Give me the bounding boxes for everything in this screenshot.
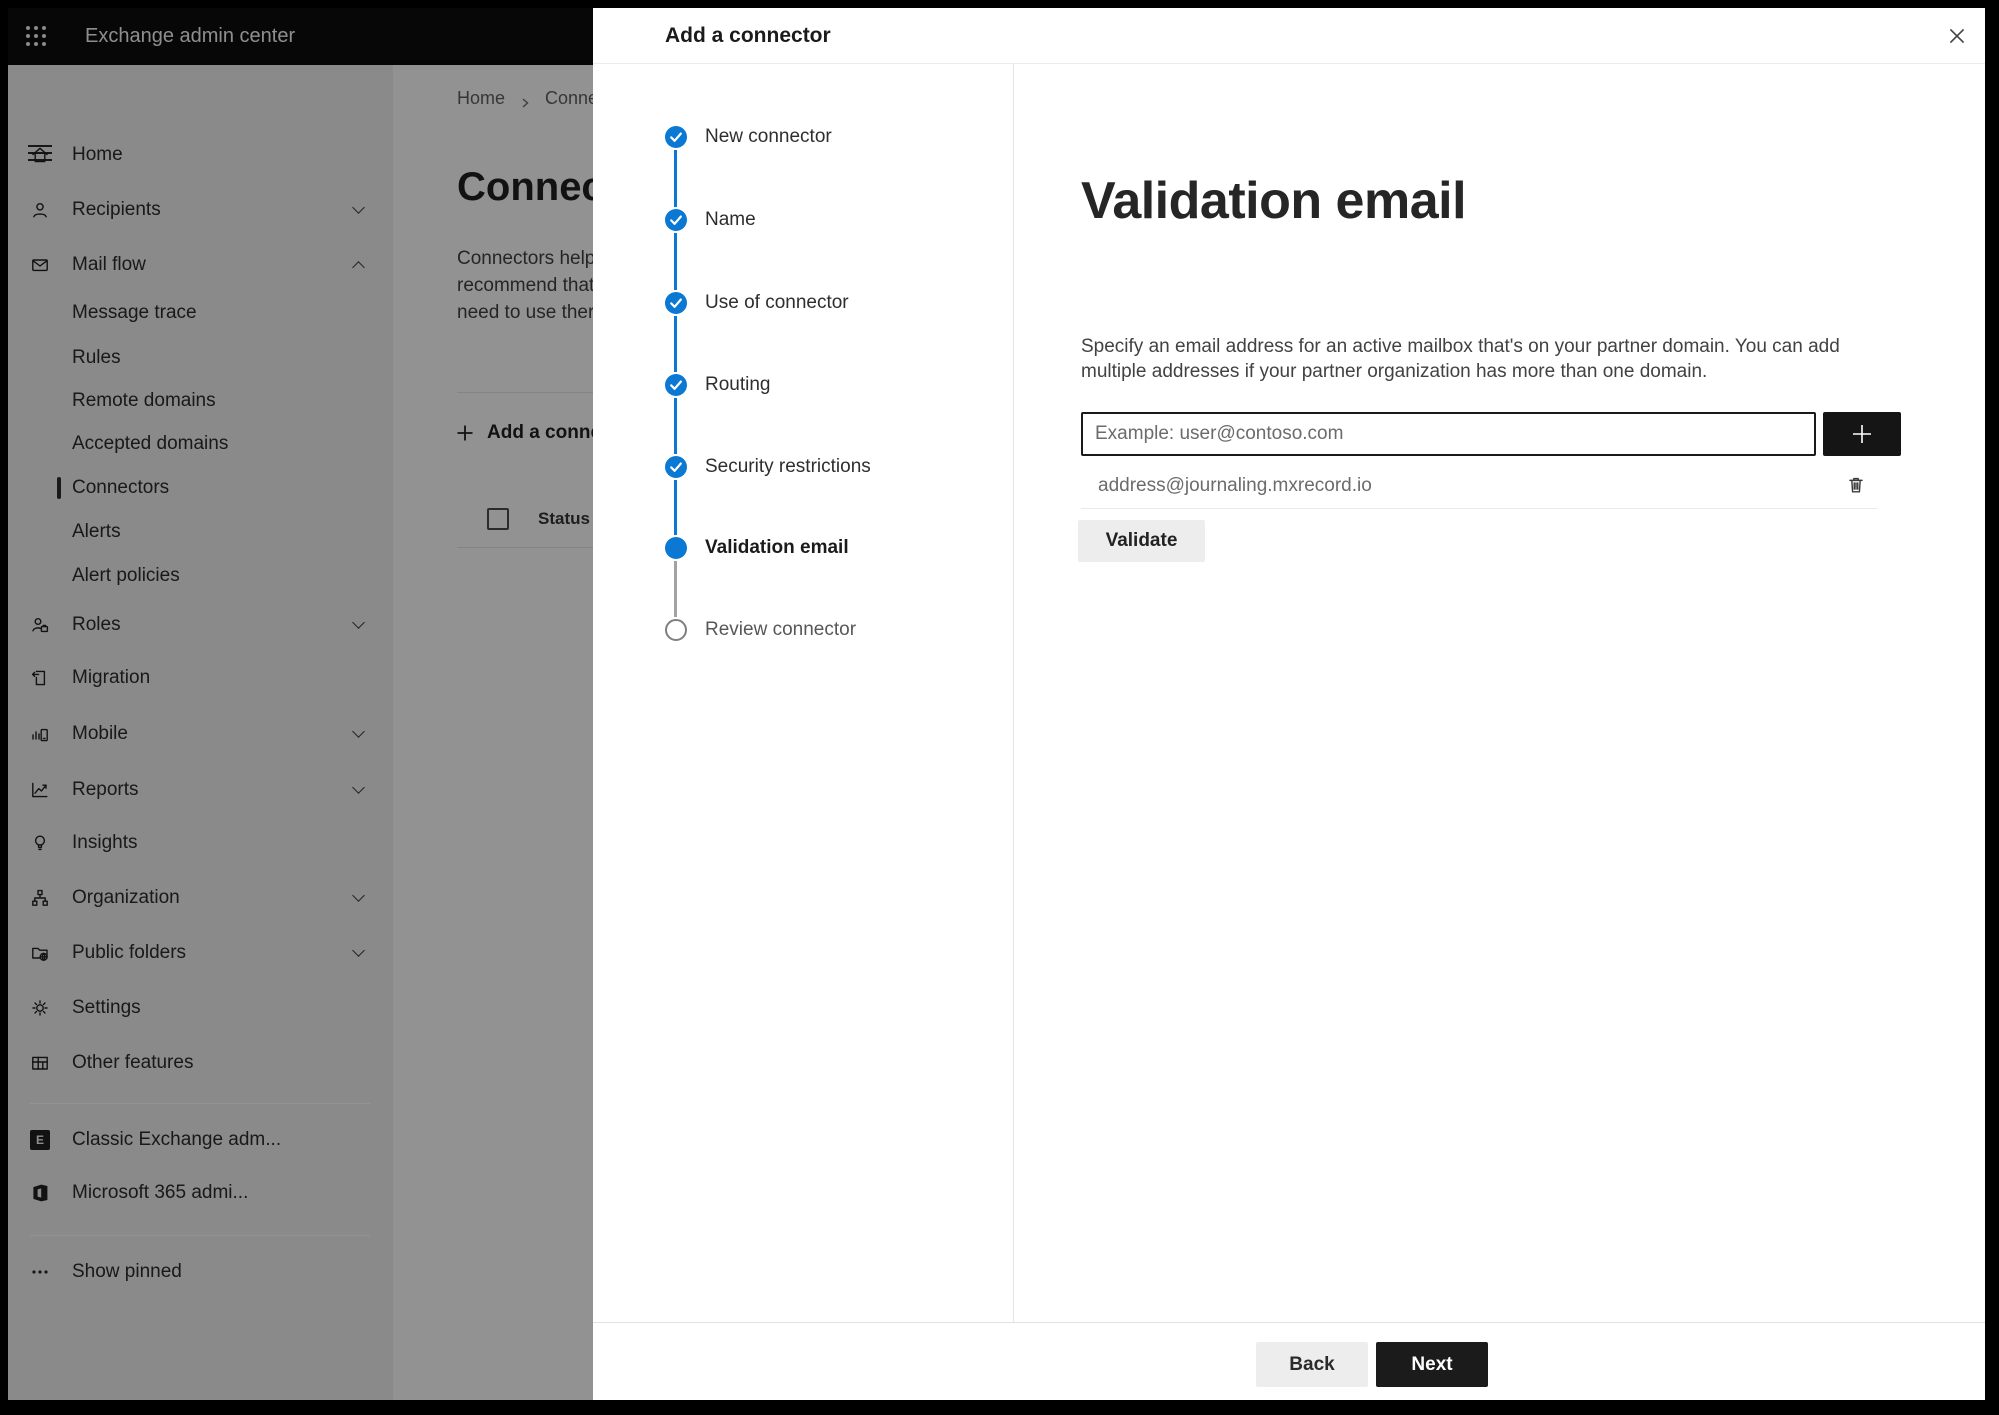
step-check-icon <box>665 209 687 231</box>
step-label: Review connector <box>705 619 857 640</box>
add-connector-dialog: Add a connector New connector Name Use of … <box>593 8 1985 1400</box>
step-current-icon <box>665 537 687 559</box>
step-label: Security restrictions <box>705 456 871 477</box>
step-use-of-connector[interactable]: Use of connector <box>593 281 1013 325</box>
step-routing[interactable]: Routing <box>593 363 1013 407</box>
app-frame: Exchange admin center Home Recipients Mail… <box>0 0 1999 1415</box>
address-text: address@journaling.mxrecord.io <box>1098 475 1372 496</box>
validation-email-input[interactable] <box>1081 412 1816 456</box>
step-check-icon <box>665 456 687 478</box>
step-check-icon <box>665 126 687 148</box>
step-new-connector[interactable]: New connector <box>593 115 1013 159</box>
step-security-restrictions[interactable]: Security restrictions <box>593 445 1013 489</box>
step-heading: Validation email <box>1081 172 1467 230</box>
step-check-icon <box>665 374 687 396</box>
step-label: Validation email <box>705 537 849 558</box>
dialog-title: Add a connector <box>665 24 831 47</box>
step-validation-email[interactable]: Validation email <box>593 526 1013 570</box>
dialog-footer-divider <box>593 1322 1985 1323</box>
close-icon[interactable] <box>1941 21 1973 53</box>
step-description: Specify an email address for an active m… <box>1081 336 1840 382</box>
step-review-connector[interactable]: Review connector <box>593 608 1013 652</box>
step-label: Use of connector <box>705 292 849 313</box>
step-label: New connector <box>705 126 832 147</box>
screen: Exchange admin center Home Recipients Mail… <box>8 8 1985 1400</box>
delete-address-button[interactable] <box>1840 470 1872 502</box>
address-row-divider <box>1081 508 1878 509</box>
step-check-icon <box>665 292 687 314</box>
address-row: address@journaling.mxrecord.io <box>1081 464 1878 508</box>
steps-panel-divider <box>1013 64 1014 1322</box>
validate-button[interactable]: Validate <box>1078 520 1205 562</box>
step-label: Routing <box>705 374 771 395</box>
next-button[interactable]: Next <box>1376 1342 1488 1387</box>
step-label: Name <box>705 209 756 230</box>
add-email-button[interactable] <box>1823 412 1901 456</box>
step-name[interactable]: Name <box>593 198 1013 242</box>
back-button[interactable]: Back <box>1256 1342 1368 1387</box>
dialog-header-divider <box>593 63 1985 64</box>
step-todo-icon <box>665 619 687 641</box>
